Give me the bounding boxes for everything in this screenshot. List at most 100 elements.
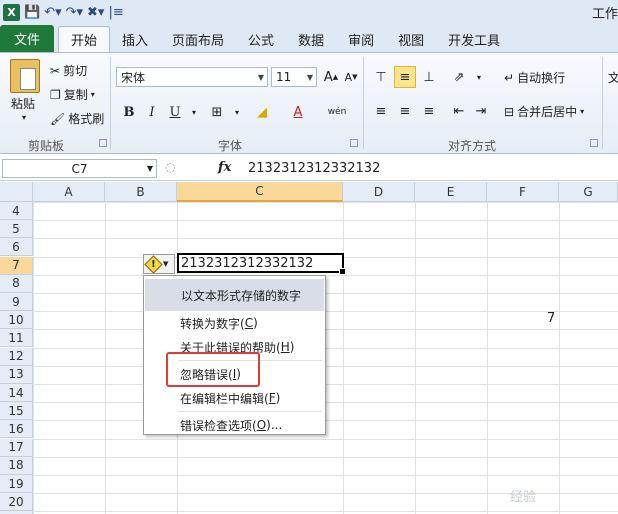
font-name-select[interactable]: 宋体 ▼	[116, 67, 268, 87]
column-header-c[interactable]: C	[177, 182, 343, 202]
menu-item-error-options[interactable]: 错误检查选项(O)...	[144, 413, 325, 437]
save-icon[interactable]: 💾	[24, 5, 40, 20]
error-check-button[interactable]: ! ▼	[143, 254, 175, 274]
font-color-icon[interactable]: A	[287, 101, 309, 123]
row-header-12[interactable]: 12	[0, 347, 33, 366]
align-middle-icon[interactable]: ≡	[394, 66, 416, 88]
merge-center-button[interactable]: ⊟ 合并后居中 ▾	[504, 103, 584, 120]
bold-button[interactable]: B	[118, 101, 140, 123]
watermark: 经验	[510, 490, 537, 505]
row-header-17[interactable]: 17	[0, 438, 33, 457]
border-icon[interactable]: ⊞	[206, 101, 228, 123]
column-header-f[interactable]: F	[487, 182, 559, 202]
font-launcher-icon[interactable]	[350, 139, 358, 147]
paste-button[interactable]: 粘贴	[11, 95, 35, 112]
decrease-font-icon[interactable]: A ▼	[340, 66, 362, 88]
name-box[interactable]: C7 ▼	[2, 159, 157, 178]
grid-line	[559, 202, 560, 514]
row-header-16[interactable]: 16	[0, 420, 33, 439]
excel-app-icon[interactable]: X	[3, 3, 20, 21]
font-group-label: 字体	[218, 139, 243, 153]
row-header-14[interactable]: 14	[0, 384, 33, 402]
tab-home[interactable]: 开始	[58, 26, 111, 52]
menu-item-convert-to-number[interactable]: 转换为数字(C)	[144, 311, 325, 335]
column-header-b[interactable]: B	[105, 182, 177, 202]
column-header-a[interactable]: A	[33, 182, 105, 202]
menu-item-edit-in-formula-bar[interactable]: 在编辑栏中编辑(F)	[144, 386, 325, 410]
brush-icon: 🖌	[50, 111, 66, 126]
grid-line	[105, 202, 106, 514]
row-header-6[interactable]: 6	[0, 238, 33, 257]
underline-dropdown-icon[interactable]: ▾	[183, 101, 205, 123]
decrease-indent-icon[interactable]: ⇤	[448, 100, 470, 122]
chevron-down-icon: ▾	[580, 107, 585, 116]
italic-button[interactable]: I	[141, 101, 163, 123]
row-header-13[interactable]: 13	[0, 365, 33, 384]
row-header-10[interactable]: 10	[0, 311, 33, 330]
undo-icon[interactable]: ↶▾	[44, 5, 61, 20]
tools-icon[interactable]: ✖▾	[87, 5, 104, 20]
splitter-handle[interactable]: ◌	[165, 160, 175, 174]
cell-f10[interactable]: 7	[547, 311, 555, 326]
orientation-dropdown-icon[interactable]: ▾	[468, 66, 490, 88]
format-painter-button[interactable]: 🖌 格式刷	[50, 110, 104, 127]
number-format-select[interactable]: 文	[608, 69, 618, 86]
row-header-8[interactable]: 8	[0, 274, 33, 293]
row-header-7[interactable]: 7	[0, 256, 33, 275]
menu-separator	[178, 411, 322, 412]
wrap-text-icon: ↵	[504, 70, 515, 85]
border-dropdown-icon[interactable]: ▾	[226, 101, 248, 123]
formula-bar: C7 ▼ ◌ fx 2132312312332132	[0, 157, 618, 181]
row-header-4[interactable]: 4	[0, 202, 33, 220]
column-header-d[interactable]: D	[343, 182, 415, 202]
tab-page-layout[interactable]: 页面布局	[160, 26, 236, 52]
separator	[110, 57, 111, 149]
column-header-e[interactable]: E	[415, 182, 487, 202]
tab-view[interactable]: 视图	[386, 26, 436, 52]
active-cell-c7[interactable]: 2132312312332132	[177, 253, 346, 275]
row-header-5[interactable]: 5	[0, 220, 33, 239]
column-header-g[interactable]: G	[559, 182, 618, 202]
warning-icon: !	[144, 254, 163, 274]
row-header-20[interactable]: 20	[0, 493, 33, 512]
copy-button[interactable]: ❐ 复制 ▾	[50, 86, 95, 103]
cut-button[interactable]: ✂ 剪切	[50, 62, 87, 79]
align-center-icon[interactable]: ≡	[394, 100, 416, 122]
row-header-18[interactable]: 18	[0, 456, 33, 475]
align-bottom-icon[interactable]: ⊥	[418, 66, 440, 88]
formula-input[interactable]: 2132312312332132	[248, 161, 380, 176]
quick-access-toolbar: X 💾 ↶▾ ↷▾ ✖▾ |≡ 工作	[0, 0, 618, 24]
tab-data[interactable]: 数据	[286, 26, 336, 52]
increase-font-icon[interactable]: A ▲	[320, 66, 342, 88]
align-left-icon[interactable]: ≡	[370, 100, 392, 122]
orientation-icon[interactable]: ⇗	[448, 66, 470, 88]
wrap-text-button[interactable]: ↵ 自动换行	[504, 69, 565, 86]
chevron-down-icon: ▼	[306, 72, 313, 82]
tab-insert[interactable]: 插入	[110, 26, 160, 52]
select-all-corner[interactable]	[0, 182, 33, 202]
paste-dropdown-icon[interactable]: ▾	[22, 113, 26, 122]
row-header-11[interactable]: 11	[0, 329, 33, 348]
ribbon-body: 粘贴 ▾ ✂ 剪切 ❐ 复制 ▾ 🖌 格式刷 剪贴板 宋体 ▼ 11 ▼ A ▲ A ▼ B I…	[0, 52, 618, 154]
fx-icon[interactable]: fx	[218, 160, 231, 175]
alignment-launcher-icon[interactable]	[590, 139, 598, 147]
grid-line	[33, 511, 618, 513]
redo-icon[interactable]: ↷▾	[66, 5, 83, 20]
tab-developer[interactable]: 开发工具	[436, 26, 512, 52]
align-top-icon[interactable]: ⊤	[370, 66, 392, 88]
tab-formulas[interactable]: 公式	[236, 26, 286, 52]
tab-review[interactable]: 审阅	[336, 26, 386, 52]
grid-line	[33, 456, 618, 458]
font-size-select[interactable]: 11 ▼	[271, 67, 317, 87]
row-header-19[interactable]: 19	[0, 475, 33, 493]
paste-icon[interactable]	[10, 59, 40, 93]
row-header-9[interactable]: 9	[0, 293, 33, 311]
phonetic-icon[interactable]: wén	[326, 101, 348, 123]
customize-qat-icon[interactable]: |≡	[108, 5, 123, 20]
fill-color-icon[interactable]: ◢	[251, 101, 273, 123]
tab-file[interactable]: 文件	[0, 25, 54, 52]
align-right-icon[interactable]: ≡	[418, 100, 440, 122]
row-header-15[interactable]: 15	[0, 402, 33, 421]
clipboard-launcher-icon[interactable]	[99, 139, 107, 147]
increase-indent-icon[interactable]: ⇥	[470, 100, 492, 122]
